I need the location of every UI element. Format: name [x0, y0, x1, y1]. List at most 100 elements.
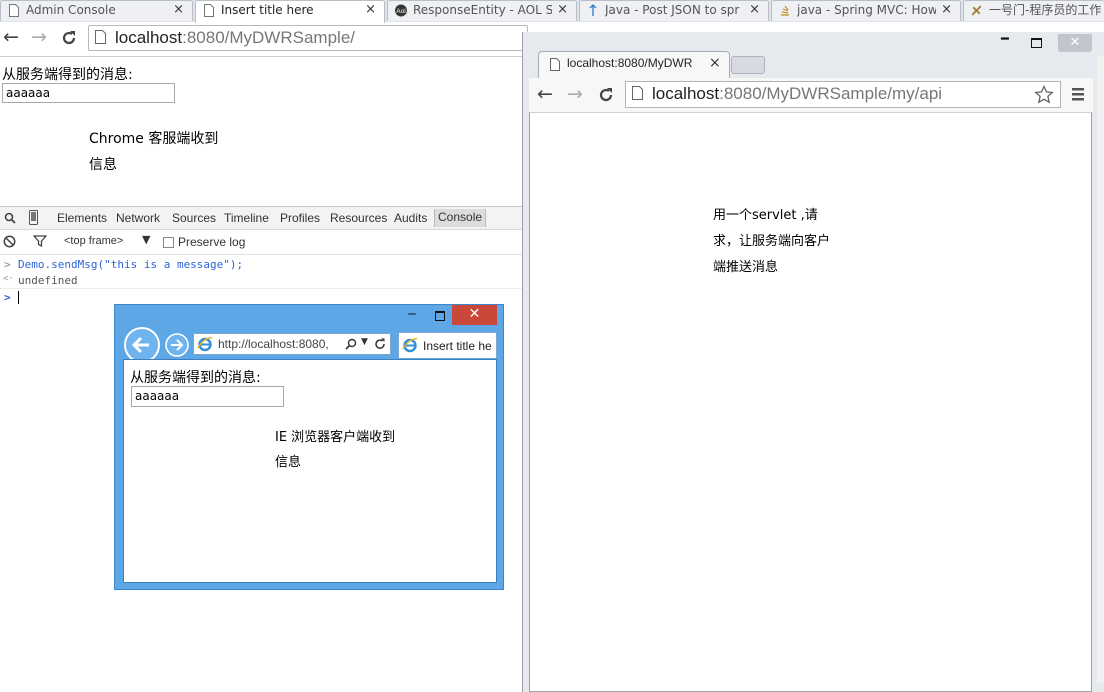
url-path: :8080/MyDWRSample/ — [182, 28, 355, 47]
foreground-toolbar: ← → localhost:8080/MyDWRSample/my/api — [529, 78, 1093, 112]
ie-logo-icon — [197, 337, 213, 352]
console-prompt: > — [4, 291, 11, 304]
message-label: 从服务端得到的消息: — [2, 67, 133, 83]
close-icon[interactable]: × — [365, 1, 376, 19]
frame-select[interactable]: <top frame> — [64, 235, 123, 247]
tab-spring-mvc[interactable]: java - Spring MVC: How × — [771, 0, 961, 21]
maximize-icon[interactable] — [435, 311, 445, 321]
servlet-annotation-line2: 求，让服务端向客户 — [713, 234, 831, 249]
console-filter-bar: <top frame> ▼ Preserve log — [0, 230, 522, 255]
message-input[interactable]: aaaaaa — [131, 386, 284, 407]
servlet-annotation-line3: 端推送消息 — [713, 260, 779, 275]
tab-responseentity[interactable]: Aol ResponseEntity - AOL S × — [387, 0, 577, 21]
close-icon[interactable]: × — [557, 1, 568, 19]
ie-url-text: http://localhost:8080, — [218, 337, 329, 351]
maximize-icon[interactable] — [1031, 38, 1042, 48]
tab-audits[interactable]: Audits — [394, 211, 427, 225]
ie-logo-icon — [402, 338, 418, 353]
close-icon[interactable]: × — [941, 1, 952, 19]
url-text: localhost:8080/MyDWRSample/ — [115, 28, 355, 48]
ie-window: ─ ✕ http://localhost:8080, ▼ Insert titl… — [114, 304, 504, 590]
close-button[interactable]: ✕ — [1058, 34, 1092, 52]
tab-label: java - Spring MVC: How — [797, 3, 936, 17]
forward-icon[interactable]: → — [567, 84, 583, 104]
back-icon[interactable]: ← — [3, 27, 19, 47]
new-tab-button[interactable] — [731, 56, 765, 74]
dropdown-arrow-icon[interactable]: ▼ — [361, 337, 368, 347]
foreground-page-content: 用一个servlet ,请 求，让服务端向客户 端推送消息 — [529, 112, 1092, 692]
ie-annotation-line2: 信息 — [275, 455, 302, 470]
dropdown-arrow-icon[interactable]: ▼ — [142, 233, 150, 246]
page-icon — [9, 4, 19, 17]
tab-label: 一号门-程序员的工作 — [989, 3, 1102, 17]
tab-elements[interactable]: Elements — [57, 211, 107, 225]
tab-localhost[interactable]: localhost:8080/MyDWR × — [538, 51, 730, 79]
minimize-icon[interactable]: ━ — [1001, 32, 1009, 47]
tab-label: Java - Post JSON to spr — [605, 3, 740, 17]
background-tab-strip: Admin Console × Insert title here × Aol … — [0, 0, 1104, 23]
tab-profiles[interactable]: Profiles — [280, 211, 320, 225]
tab-label: Insert title here — [221, 3, 314, 17]
preserve-log-checkbox[interactable] — [163, 237, 174, 248]
address-bar[interactable]: localhost:8080/MyDWRSample/my/api — [625, 81, 1061, 108]
tab-label: localhost:8080/MyDWR — [567, 56, 693, 70]
console-input-caret[interactable] — [18, 291, 19, 304]
ie-annotation-line1: IE 浏览器客户端收到 — [275, 430, 396, 445]
tab-timeline[interactable]: Timeline — [224, 211, 269, 225]
tab-insert-title[interactable]: Insert title here × — [195, 0, 385, 23]
site-icon — [971, 5, 982, 16]
tab-network[interactable]: Network — [116, 211, 160, 225]
aol-icon: Aol — [395, 4, 407, 17]
close-button[interactable]: ✕ — [452, 305, 497, 325]
devtools-toolbar: Elements Network Sources Timeline Profil… — [0, 206, 522, 230]
close-icon[interactable]: × — [749, 1, 760, 19]
ie-tab[interactable]: Insert title he — [398, 332, 497, 358]
tab-yihaomen[interactable]: 一号门-程序员的工作 — [963, 0, 1104, 21]
message-input[interactable]: aaaaaa — [2, 83, 175, 103]
prompt-marker: > — [4, 258, 11, 271]
minimize-icon[interactable]: ─ — [405, 307, 419, 321]
tab-console[interactable]: Console — [434, 209, 487, 227]
ie-page-content: 从服务端得到的消息: aaaaaa IE 浏览器客户端收到 信息 — [123, 359, 497, 583]
page-icon — [632, 86, 643, 100]
url-host: localhost — [115, 28, 183, 47]
address-bar[interactable]: localhost:8080/MyDWRSample/ — [88, 25, 528, 51]
console-divider — [0, 288, 522, 289]
tab-label: ResponseEntity - AOL S — [413, 3, 552, 17]
ie-tab-label: Insert title he — [423, 339, 492, 353]
chrome-annotation-line2: 信息 — [89, 157, 117, 173]
tab-admin-console[interactable]: Admin Console × — [0, 0, 193, 21]
forward-icon[interactable] — [164, 332, 190, 358]
stackoverflow-icon — [781, 5, 789, 16]
menu-icon[interactable] — [1072, 88, 1084, 101]
return-marker: <· — [3, 274, 14, 284]
page-icon — [95, 30, 106, 44]
tab-label: Admin Console — [26, 3, 116, 17]
close-icon[interactable]: × — [173, 1, 184, 19]
url-host: localhost — [652, 84, 720, 103]
refresh-icon[interactable] — [374, 338, 386, 350]
console-result: undefined — [18, 274, 78, 287]
device-mode-icon[interactable] — [29, 210, 38, 225]
close-icon[interactable]: × — [709, 55, 721, 71]
search-icon[interactable] — [4, 212, 16, 224]
clear-console-icon[interactable] — [3, 235, 16, 248]
page-icon — [550, 58, 560, 71]
svg-text:Aol: Aol — [396, 8, 406, 15]
tab-java-post-json[interactable]: Java - Post JSON to spr × — [579, 0, 769, 21]
back-icon[interactable]: ← — [537, 84, 553, 104]
reload-icon[interactable] — [60, 29, 78, 47]
reload-icon[interactable] — [597, 86, 615, 104]
preserve-log-label: Preserve log — [178, 235, 246, 249]
filter-icon[interactable] — [33, 235, 47, 248]
tab-resources[interactable]: Resources — [330, 211, 387, 225]
tab-sources[interactable]: Sources — [172, 211, 216, 225]
search-icon[interactable] — [345, 338, 357, 350]
url-text: localhost:8080/MyDWRSample/my/api — [652, 84, 942, 104]
message-label: 从服务端得到的消息: — [130, 370, 261, 386]
page-icon — [204, 4, 214, 17]
ie-address-bar[interactable]: http://localhost:8080, ▼ — [193, 333, 391, 355]
star-icon[interactable] — [1034, 85, 1054, 104]
forward-icon[interactable]: → — [31, 27, 47, 47]
background-scrollbar[interactable] — [1097, 56, 1104, 683]
